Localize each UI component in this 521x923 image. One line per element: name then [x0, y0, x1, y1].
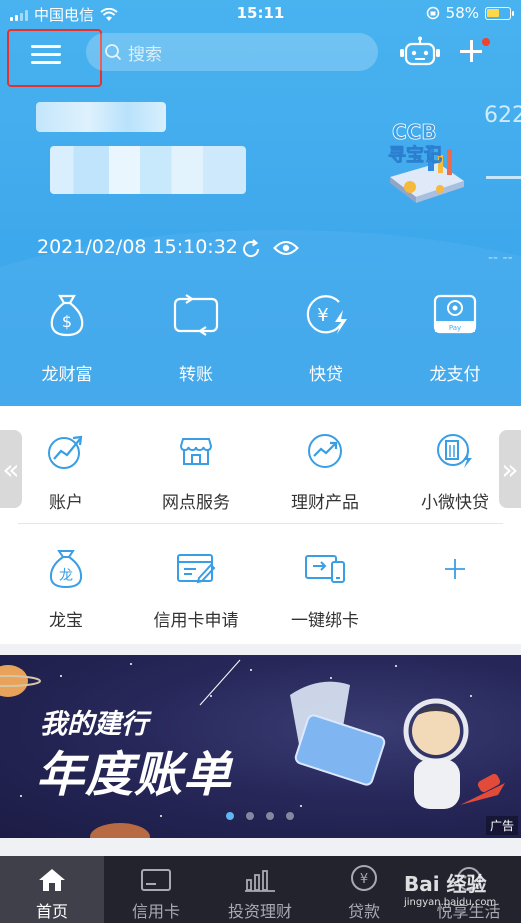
masked-line	[486, 176, 521, 179]
search-icon	[105, 44, 122, 61]
dragon-bag-icon: 龙	[49, 550, 83, 589]
yen-circle-icon: ¥	[351, 865, 377, 891]
quick-action-label: 转账	[179, 365, 213, 385]
eye-icon[interactable]	[273, 239, 299, 257]
service-longbao[interactable]: 龙 龙宝	[11, 547, 121, 631]
carousel-dot[interactable]	[226, 812, 234, 820]
service-label: 理财产品	[291, 493, 359, 513]
battery-icon	[485, 6, 514, 20]
service-card-apply[interactable]: 信用卡申请	[141, 547, 251, 631]
search-placeholder: 搜索	[128, 44, 162, 65]
service-label: 账户	[49, 493, 83, 513]
update-datetime: 2021/02/08 15:10:32	[37, 236, 238, 258]
quick-action-longpay[interactable]: Pay 龙支付	[410, 290, 500, 385]
tab-credit-card[interactable]: 信用卡	[104, 856, 208, 923]
transfer-icon	[173, 294, 219, 336]
account-header: 中国电信 15:11 58% 搜索 622 -- -- 2021/02/08 1…	[0, 0, 521, 406]
svg-text:$: $	[62, 312, 72, 331]
ccb-treasure-badge[interactable]: CCB 寻宝记	[380, 115, 470, 207]
quick-action-kuaidai[interactable]: ¥ 快贷	[281, 290, 371, 385]
card-apply-icon	[177, 554, 216, 584]
add-icon[interactable]	[458, 38, 484, 64]
carousel-dot[interactable]	[266, 812, 274, 820]
finance-chart-icon	[308, 434, 342, 468]
refresh-icon[interactable]	[240, 238, 262, 260]
scroll-left-arrow[interactable]: «	[0, 430, 22, 508]
ad-tag: 广告	[486, 816, 519, 835]
notification-dot	[482, 38, 490, 46]
status-right: 58%	[426, 4, 514, 22]
service-label: 网点服务	[162, 493, 230, 513]
quick-action-label: 快贷	[309, 365, 343, 385]
service-label: 一键绑卡	[291, 611, 359, 631]
plus-icon	[445, 559, 465, 579]
card-bind-icon	[305, 555, 345, 583]
watermark-text: Bai 经验	[404, 872, 487, 896]
search-input[interactable]: 搜索	[86, 33, 378, 71]
service-label: 小微快贷	[421, 493, 489, 513]
service-finance[interactable]: 理财产品	[270, 429, 380, 513]
service-grid: 账户 网点服务 理财产品 小微快贷 龙 龙宝 信用卡申请 一键绑卡	[0, 406, 521, 644]
robot-assistant-icon[interactable]	[399, 36, 441, 68]
watermark-subtext: jingyan.baidu.com	[404, 897, 497, 908]
carousel-dots	[226, 812, 294, 820]
service-microloan[interactable]: 小微快贷	[400, 429, 510, 513]
tab-home[interactable]: 首页	[0, 856, 104, 923]
tab-label: 投资理财	[227, 902, 292, 921]
svg-text:¥: ¥	[317, 305, 328, 326]
baidu-watermark: Bai 经验 jingyan.baidu.com	[404, 868, 496, 908]
tab-loans[interactable]: ¥ 贷款	[312, 856, 416, 923]
building-bolt-icon	[437, 434, 472, 468]
bar-chart-icon	[245, 870, 275, 892]
quick-action-transfer[interactable]: 转账	[151, 290, 241, 385]
service-branch[interactable]: 网点服务	[141, 429, 251, 513]
carousel-dot[interactable]	[286, 812, 294, 820]
quick-action-label: 龙支付	[429, 365, 481, 385]
tab-investment[interactable]: 投资理财	[208, 856, 312, 923]
account-number-partial: 622	[484, 103, 521, 128]
quick-action-label: 龙财富	[41, 365, 93, 385]
status-bar: 中国电信 15:11 58%	[0, 0, 521, 28]
long-pay-icon: Pay	[433, 294, 477, 334]
masked-value: -- --	[488, 250, 513, 266]
svg-text:¥: ¥	[360, 872, 368, 887]
money-bag-icon: $	[50, 294, 84, 337]
tab-label: 首页	[35, 902, 68, 921]
menu-icon	[31, 45, 61, 48]
carousel-dot[interactable]	[246, 812, 254, 820]
orientation-lock-icon	[426, 6, 439, 20]
svg-text:Pay: Pay	[449, 324, 461, 332]
masked-balance	[50, 146, 246, 194]
battery-percent: 58%	[445, 4, 479, 22]
masked-account-name	[36, 102, 166, 132]
account-trend-icon	[48, 435, 83, 469]
service-card-bind[interactable]: 一键绑卡	[270, 547, 380, 631]
tab-label: 信用卡	[131, 902, 180, 921]
ccb-badge-subtext: 寻宝记	[388, 144, 442, 166]
grid-divider	[18, 523, 503, 524]
yen-lightning-icon: ¥	[306, 295, 347, 334]
svg-text:龙: 龙	[59, 568, 73, 584]
credit-card-icon	[141, 869, 171, 891]
home-icon	[39, 869, 65, 891]
scroll-right-arrow[interactable]: »	[499, 430, 521, 508]
quick-action-longcaifu[interactable]: $ 龙财富	[22, 290, 112, 385]
branch-store-icon	[179, 438, 213, 465]
banner-title-line2: 年度账单	[36, 747, 233, 803]
tab-label: 贷款	[347, 902, 380, 921]
add-service-button[interactable]	[400, 547, 510, 591]
service-label: 龙宝	[49, 611, 83, 631]
service-label: 信用卡申请	[153, 611, 239, 631]
ccb-badge-text: CCB	[392, 120, 437, 144]
service-account[interactable]: 账户	[11, 429, 121, 513]
